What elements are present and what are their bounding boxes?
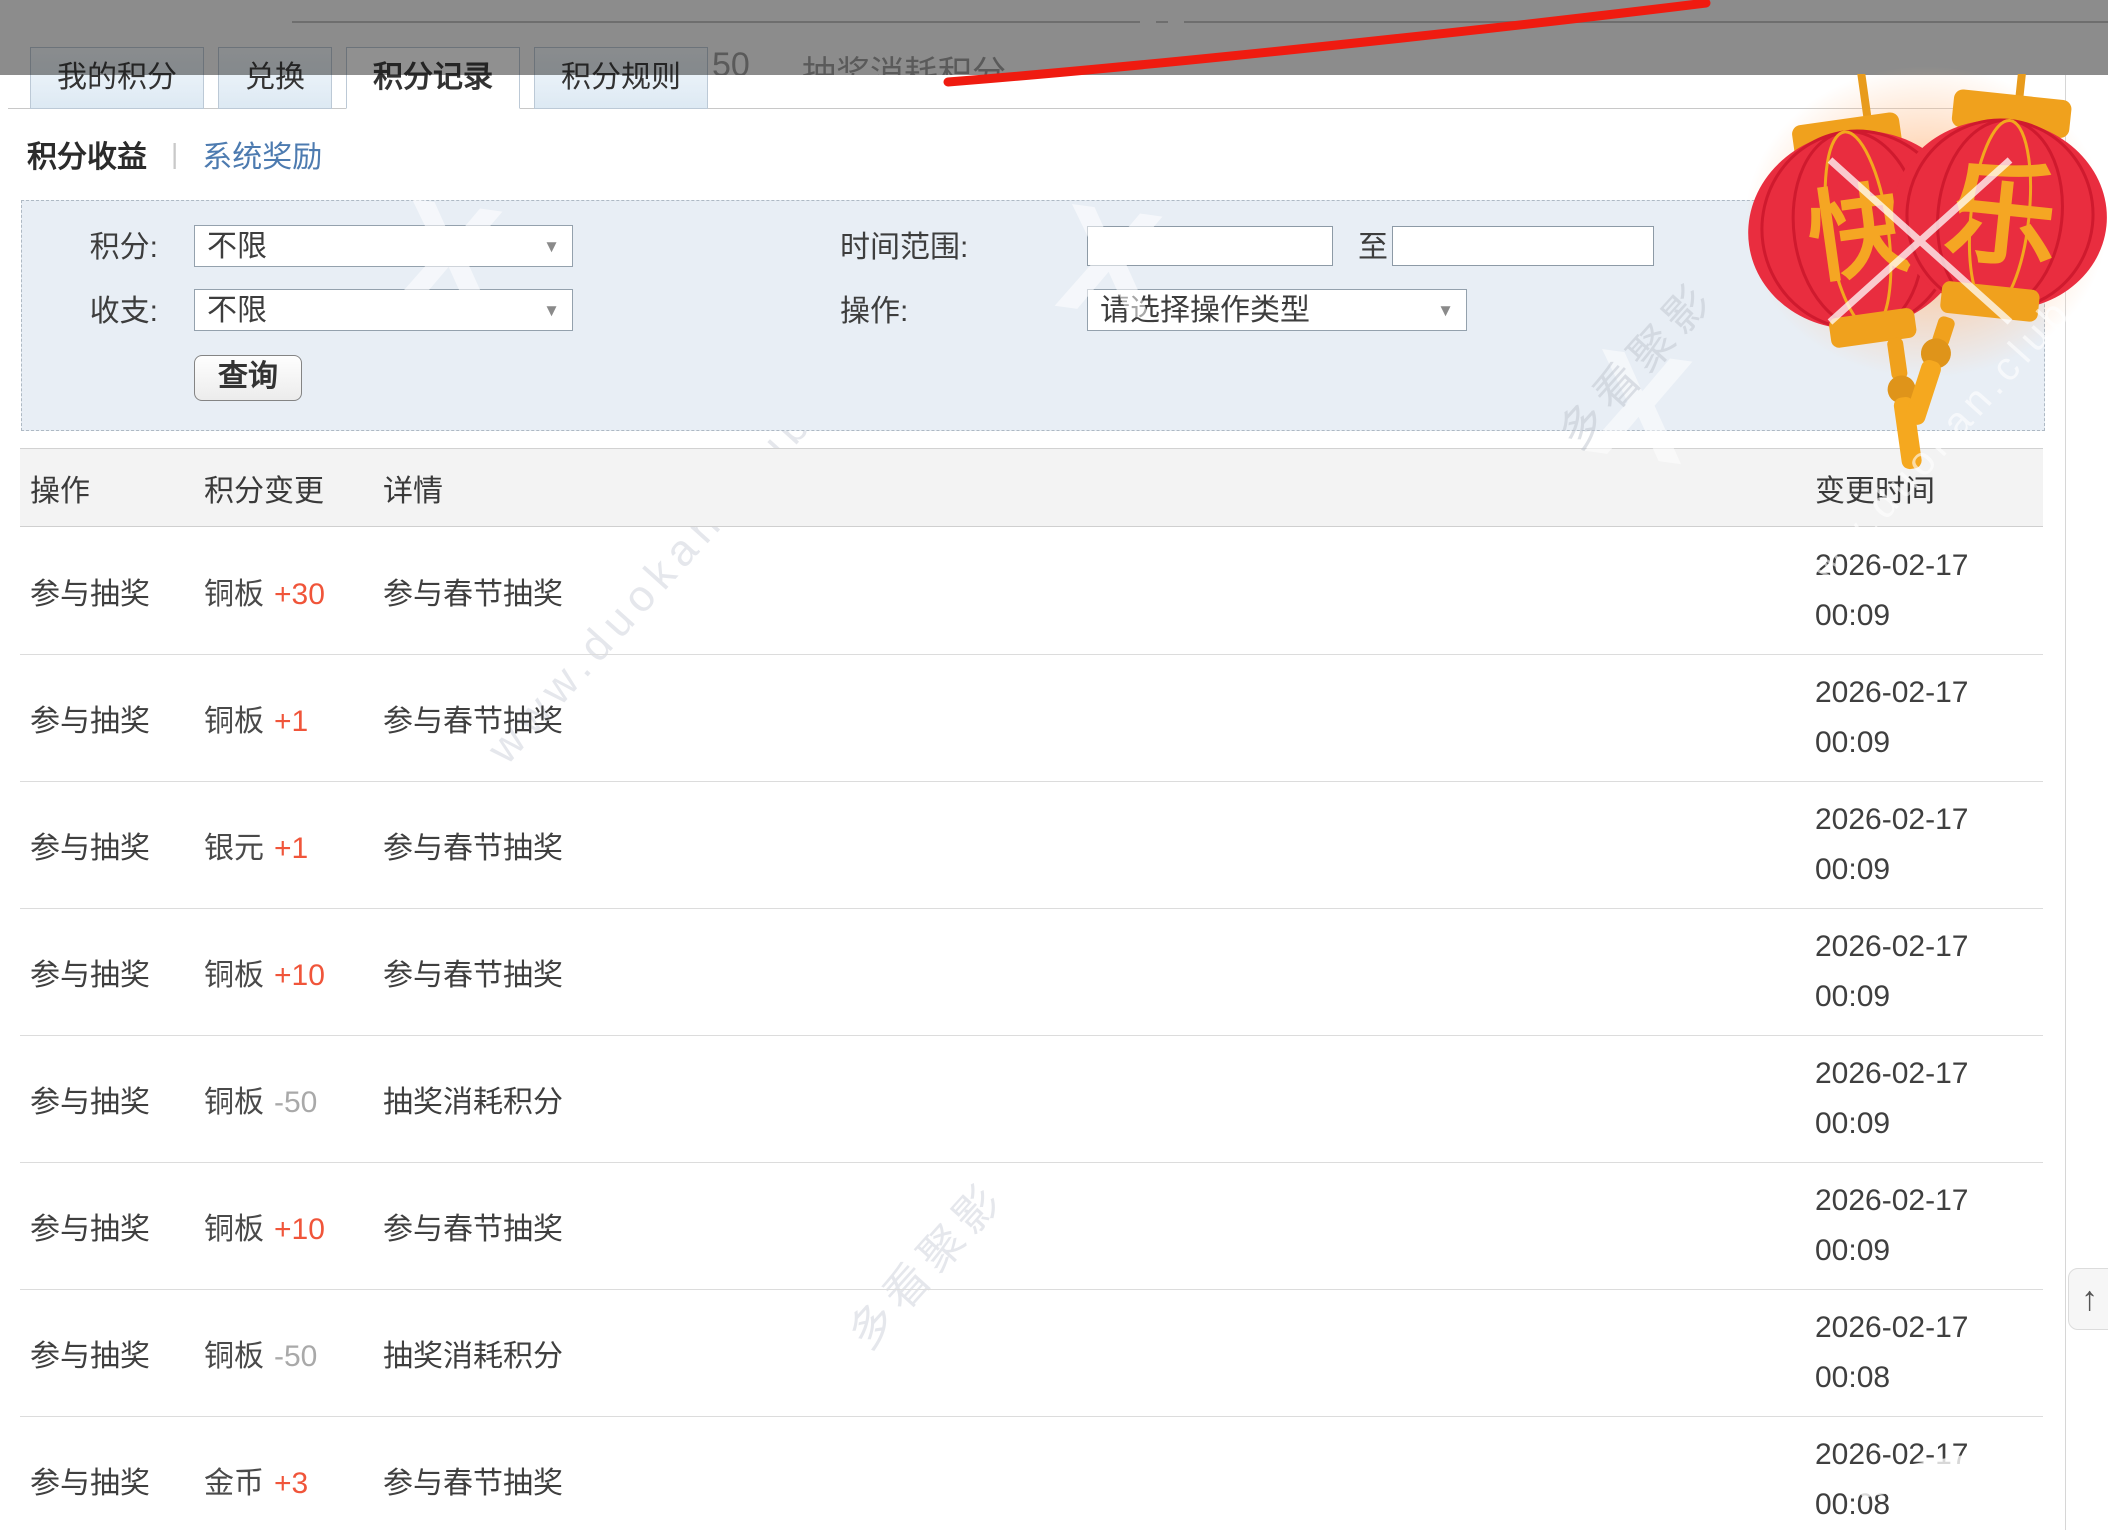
action-filter-value: 请选择操作类型 [1100,294,1310,327]
row-change-value: -50 [274,1340,317,1373]
row-time: 2026-02-1700:09 [1815,795,2043,895]
row-currency: 铜板 [204,1086,264,1119]
table-row: 参与抽奖 铜板 +10 参与春节抽奖 2026-02-1700:09 [20,1163,2043,1290]
points-filter-label: 积分: [62,226,158,270]
time-range-label: 时间范围: [840,226,968,270]
row-change: 铜板 +1 [204,696,383,740]
row-change: 银元 +1 [204,823,383,867]
row-currency: 铜板 [204,1213,264,1246]
table-row: 参与抽奖 铜板 +10 参与春节抽奖 2026-02-1700:09 [20,909,2043,1036]
row-time: 2026-02-1700:09 [1815,1049,2043,1149]
table-header: 操作 积分变更 详情 变更时间 [20,448,2043,527]
row-time: 2026-02-1700:09 [1815,1176,2043,1276]
row-currency: 铜板 [204,705,264,738]
chevron-down-icon: ▼ [1437,290,1454,332]
to-label: 至 [1358,226,1388,270]
chevron-down-icon: ▼ [543,226,560,268]
table-row: 参与抽奖 铜板 +1 参与春节抽奖 2026-02-1700:09 [20,655,2043,782]
row-change-value: +3 [274,1467,308,1500]
subnav-separator: | [171,138,178,170]
row-change-value: -50 [274,1086,317,1119]
col-header-change: 积分变更 [204,466,383,510]
table-row: 参与抽奖 铜板 -50 抽奖消耗积分 2026-02-1700:08 [20,1290,2043,1417]
row-change-value: +30 [274,578,325,611]
row-change: 铜板 +30 [204,569,383,613]
table-row: 参与抽奖 金币 +3 参与春节抽奖 2026-02-1700:08 [20,1417,2043,1530]
row-detail: 抽奖消耗积分 [383,1331,1815,1375]
balance-filter-label: 收支: [62,290,158,334]
balance-filter-select[interactable]: 不限 ▼ [194,289,573,331]
table-row: 参与抽奖 银元 +1 参与春节抽奖 2026-02-1700:09 [20,782,2043,909]
row-action: 参与抽奖 [30,950,204,994]
col-header-detail: 详情 [383,466,1815,510]
balance-filter-value: 不限 [207,294,267,327]
col-header-action: 操作 [30,466,204,510]
row-detail: 抽奖消耗积分 [383,1077,1815,1121]
row-change-value: +10 [274,959,325,992]
row-time: 2026-02-1700:08 [1815,1303,2043,1403]
row-detail: 参与春节抽奖 [383,823,1815,867]
row-change-value: +10 [274,1213,325,1246]
row-currency: 铜板 [204,578,264,611]
row-time: 2026-02-1700:08 [1815,1430,2043,1530]
time-to-input[interactable] [1392,226,1654,266]
subnav-item-points-income[interactable]: 积分收益 [27,132,147,176]
row-action: 参与抽奖 [30,1331,204,1375]
row-currency: 铜板 [204,959,264,992]
row-change: 金币 +3 [204,1458,383,1502]
time-from-input[interactable] [1087,226,1333,266]
points-filter-select[interactable]: 不限 ▼ [194,225,573,267]
filter-panel: 积分: 不限 ▼ 收支: 不限 ▼ 时间范围: 至 操作: 请选择操作类型 ▼ … [21,200,2045,431]
subnav: 积分收益 | 系统奖励 [27,132,322,176]
row-detail: 参与春节抽奖 [383,1204,1815,1248]
row-action: 参与抽奖 [30,1458,204,1502]
table-row: 参与抽奖 铜板 -50 抽奖消耗积分 2026-02-1700:09 [20,1036,2043,1163]
points-filter-value: 不限 [207,230,267,263]
row-currency: 金币 [204,1467,264,1500]
arrow-up-icon: ↑ [2081,1280,2098,1318]
row-currency: 银元 [204,832,264,865]
points-record-page: 50 抽奖消耗积分 我的积分兑换积分记录积分规则 积分收益 | 系统奖励 积分:… [0,0,2108,1530]
row-currency: 铜板 [204,1340,264,1373]
row-change: 铜板 -50 [204,1331,383,1375]
row-detail: 参与春节抽奖 [383,950,1815,994]
row-action: 参与抽奖 [30,569,204,613]
row-detail: 参与春节抽奖 [383,569,1815,613]
action-filter-select[interactable]: 请选择操作类型 ▼ [1087,289,1467,331]
content-right-border [2065,75,2066,1530]
dark-overlay-band [0,0,2108,75]
row-change: 铜板 +10 [204,1204,383,1248]
chevron-down-icon: ▼ [543,290,560,332]
row-change-value: +1 [274,705,308,738]
row-time: 2026-02-1700:09 [1815,922,2043,1022]
row-change-value: +1 [274,832,308,865]
row-action: 参与抽奖 [30,1204,204,1248]
row-action: 参与抽奖 [30,823,204,867]
col-header-time: 变更时间 [1815,466,2043,510]
row-detail: 参与春节抽奖 [383,1458,1815,1502]
query-button[interactable]: 查询 [194,355,302,401]
row-time: 2026-02-1700:09 [1815,541,2043,641]
row-detail: 参与春节抽奖 [383,696,1815,740]
subnav-item-system-reward[interactable]: 系统奖励 [202,132,322,176]
row-change: 铜板 +10 [204,950,383,994]
back-to-top-button[interactable]: ↑ [2068,1268,2108,1330]
row-change: 铜板 -50 [204,1077,383,1121]
row-action: 参与抽奖 [30,1077,204,1121]
table-body: 参与抽奖 铜板 +30 参与春节抽奖 2026-02-1700:09 参与抽奖 铜… [20,528,2043,1530]
row-time: 2026-02-1700:09 [1815,668,2043,768]
table-row: 参与抽奖 铜板 +30 参与春节抽奖 2026-02-1700:09 [20,528,2043,655]
action-filter-label: 操作: [840,290,908,334]
row-action: 参与抽奖 [30,696,204,740]
